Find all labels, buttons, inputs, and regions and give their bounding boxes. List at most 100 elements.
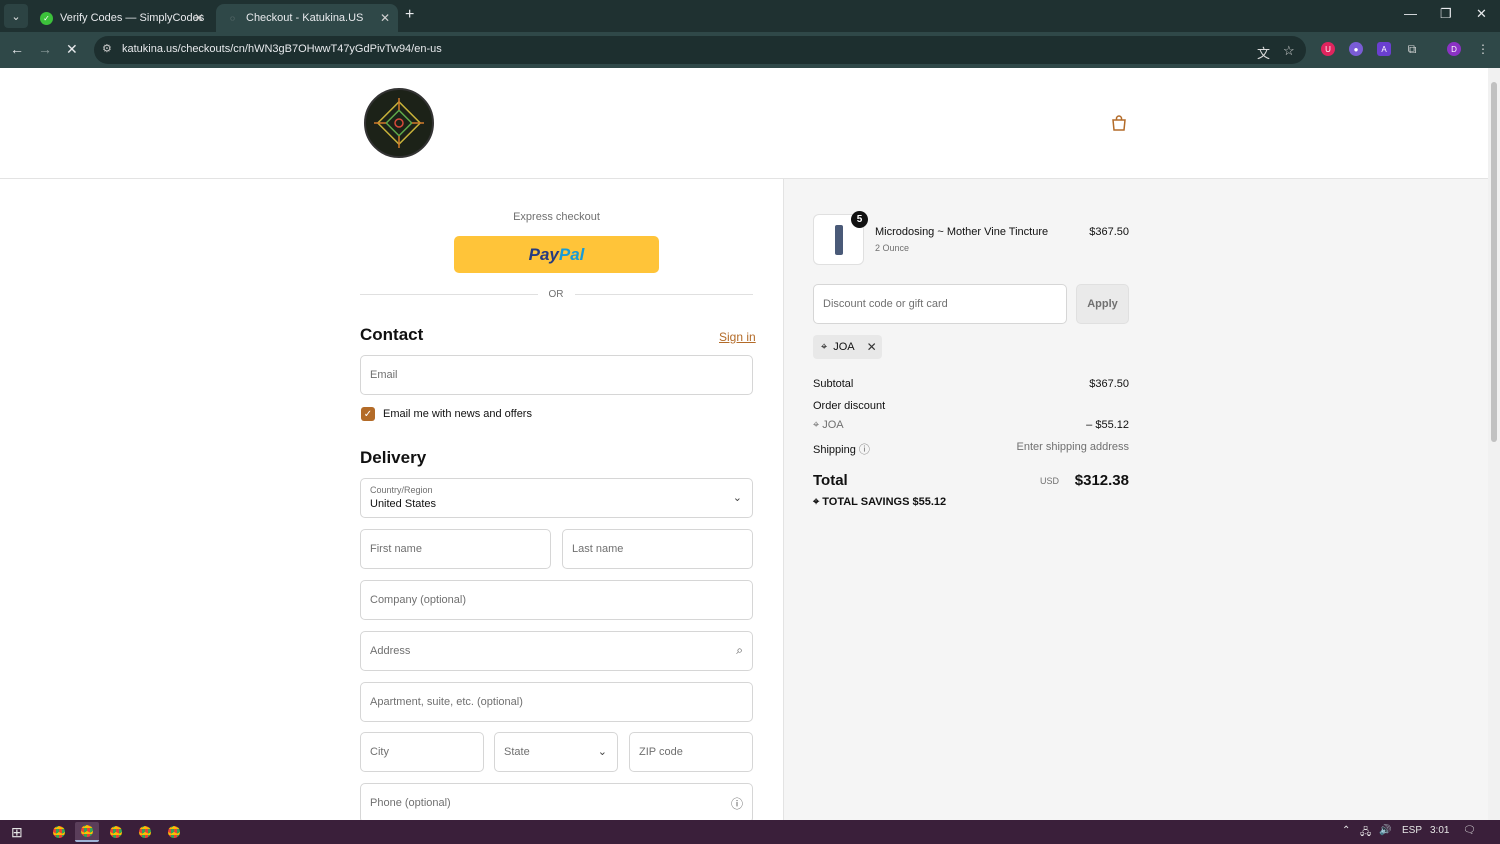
extension-circle-icon[interactable]: ● — [1349, 42, 1363, 56]
site-info-icon[interactable]: ⚙ — [102, 42, 112, 55]
minimize-icon[interactable]: — — [1404, 6, 1417, 21]
windows-taskbar: ⊞ ⌃ 🖧 🔊 ESP 3:01 🗨 — [0, 820, 1500, 844]
network-icon[interactable]: 🖧 — [1360, 825, 1371, 842]
subtotal-label: Subtotal — [813, 378, 854, 390]
store-logo[interactable] — [364, 88, 434, 158]
tag-icon: ⌖ — [813, 496, 823, 508]
shipping-value: Enter shipping address — [1016, 441, 1129, 453]
product-name: Microdosing ~ Mother Vine Tincture — [875, 226, 1049, 238]
total-label: Total — [813, 472, 848, 489]
url-text: katukina.us/checkouts/cn/hWN3gB7OHwwT47y… — [122, 43, 442, 55]
apartment-placeholder: Apartment, suite, etc. (optional) — [370, 696, 523, 708]
paypal-logo-b: Pal — [558, 244, 585, 264]
clock[interactable]: 3:01 — [1430, 825, 1449, 836]
extension-a-icon[interactable]: A — [1377, 42, 1391, 56]
chrome-taskbar-icon[interactable] — [162, 822, 186, 842]
first-name-field[interactable]: First name — [360, 529, 551, 569]
newsletter-checkbox[interactable]: ✓ — [361, 407, 375, 421]
restore-icon[interactable]: ❐ — [1440, 6, 1452, 22]
bookmark-star-icon[interactable]: ☆ — [1283, 43, 1295, 59]
address-placeholder: Address — [370, 645, 411, 657]
paypal-logo-a: Pay — [528, 244, 559, 264]
state-placeholder: State — [504, 746, 530, 758]
stop-icon[interactable]: ✕ — [66, 41, 78, 58]
apply-button[interactable]: Apply — [1076, 284, 1129, 324]
back-icon[interactable]: ← — [10, 41, 24, 57]
shipping-label-row: Shipping ⓘ — [813, 441, 870, 457]
chevron-down-icon: ⌄ — [732, 492, 742, 504]
chrome-taskbar-icon[interactable] — [47, 822, 71, 842]
tab-search-icon[interactable]: ⌄ — [4, 4, 28, 28]
profile-avatar[interactable]: D — [1447, 42, 1461, 56]
remove-discount-icon[interactable]: ✕ — [867, 340, 877, 354]
help-circle-icon[interactable]: ⓘ — [859, 444, 870, 456]
check-icon: ✓ — [40, 11, 53, 25]
shipping-label: Shipping — [813, 444, 856, 456]
sign-in-link[interactable]: Sign in — [719, 330, 756, 344]
close-window-icon[interactable]: ✕ — [1476, 6, 1487, 22]
phone-field[interactable]: Phone (optional) ⓘ — [360, 783, 753, 820]
task-view-icon[interactable]: ⊞ — [11, 824, 23, 841]
total-currency: USD — [1040, 476, 1060, 486]
discount-code-line: ⌖ JOA — [813, 419, 844, 432]
email-field[interactable]: Email — [360, 355, 753, 395]
applied-discount-chip: ⌖ JOA ✕ — [813, 335, 882, 359]
menu-kebab-icon[interactable]: ⋮ — [1476, 42, 1490, 56]
help-circle-icon[interactable]: ⓘ — [731, 795, 743, 812]
tab-simplycodes[interactable]: ✓ Verify Codes — SimplyCodes ✕ — [30, 4, 212, 32]
search-icon: ⌕ — [736, 643, 743, 657]
first-name-placeholder: First name — [370, 543, 422, 555]
scrollbar-thumb[interactable] — [1491, 82, 1497, 442]
city-placeholder: City — [370, 746, 389, 758]
tincture-bottle-image — [835, 225, 843, 255]
volume-icon[interactable]: 🔊 — [1379, 825, 1391, 836]
shopping-bag-icon[interactable] — [1110, 114, 1128, 132]
delivery-heading: Delivery — [360, 448, 427, 467]
city-field[interactable]: City — [360, 732, 484, 772]
country-label: Country/Region — [370, 485, 433, 495]
paypal-button[interactable]: Pay Pal — [454, 236, 659, 273]
zip-field[interactable]: ZIP code — [629, 732, 753, 772]
discount-code-text: JOA — [822, 419, 844, 431]
order-discount-label: Order discount — [813, 400, 886, 412]
checkout-page: Express checkout Pay Pal OR Contact Sign … — [0, 68, 1488, 820]
discount-value: – $55.12 — [1086, 419, 1129, 431]
page-scrollbar[interactable] — [1488, 68, 1500, 820]
divider — [575, 294, 753, 295]
new-tab-button[interactable]: + — [405, 6, 414, 24]
close-tab-icon[interactable]: ✕ — [194, 11, 204, 25]
address-bar-row: ← → ✕ ⚙ katukina.us/checkouts/cn/hWN3gB7… — [0, 32, 1500, 68]
extension-shield-icon[interactable]: U — [1321, 42, 1335, 56]
discount-code-field[interactable]: Discount code or gift card — [813, 284, 1067, 324]
language-indicator[interactable]: ESP — [1402, 825, 1422, 836]
tray-chevron-icon[interactable]: ⌃ — [1342, 825, 1350, 836]
country-select[interactable]: Country/Region United States ⌄ — [360, 478, 753, 518]
last-name-field[interactable]: Last name — [562, 529, 753, 569]
savings-label: TOTAL SAVINGS — [822, 496, 910, 508]
or-divider-text: OR — [548, 289, 564, 300]
product-variant: 2 Ounce — [875, 243, 910, 253]
tab-checkout[interactable]: ◌ Checkout - Katukina.US ✕ — [216, 4, 398, 32]
product-price: $367.50 — [1089, 226, 1129, 238]
last-name-placeholder: Last name — [572, 543, 624, 555]
tag-icon: ⌖ — [813, 419, 823, 431]
chrome-taskbar-icon[interactable] — [104, 822, 128, 842]
url-bar[interactable]: ⚙ katukina.us/checkouts/cn/hWN3gB7OHwwT4… — [94, 36, 1306, 64]
tab-title: Checkout - Katukina.US — [246, 12, 364, 24]
address-field[interactable]: Address ⌕ — [360, 631, 753, 671]
apartment-field[interactable]: Apartment, suite, etc. (optional) — [360, 682, 753, 722]
extensions-puzzle-icon[interactable]: ⧉ — [1405, 42, 1419, 56]
tag-icon: ⌖ — [821, 340, 828, 353]
state-select[interactable]: State ⌄ — [494, 732, 618, 772]
translate-icon[interactable]: 文 — [1257, 43, 1270, 62]
browser-tab-bar: ⌄ ✓ Verify Codes — SimplyCodes ✕ ◌ Check… — [0, 0, 1500, 32]
company-field[interactable]: Company (optional) — [360, 580, 753, 620]
store-header — [0, 68, 1488, 179]
chrome-taskbar-icon[interactable] — [75, 822, 99, 842]
phone-placeholder: Phone (optional) — [370, 797, 451, 809]
forward-icon[interactable]: → — [38, 41, 52, 57]
close-tab-icon[interactable]: ✕ — [380, 11, 390, 25]
notifications-icon[interactable]: 🗨 — [1463, 825, 1476, 836]
subtotal-value: $367.50 — [1089, 378, 1129, 390]
chrome-taskbar-icon[interactable] — [133, 822, 157, 842]
